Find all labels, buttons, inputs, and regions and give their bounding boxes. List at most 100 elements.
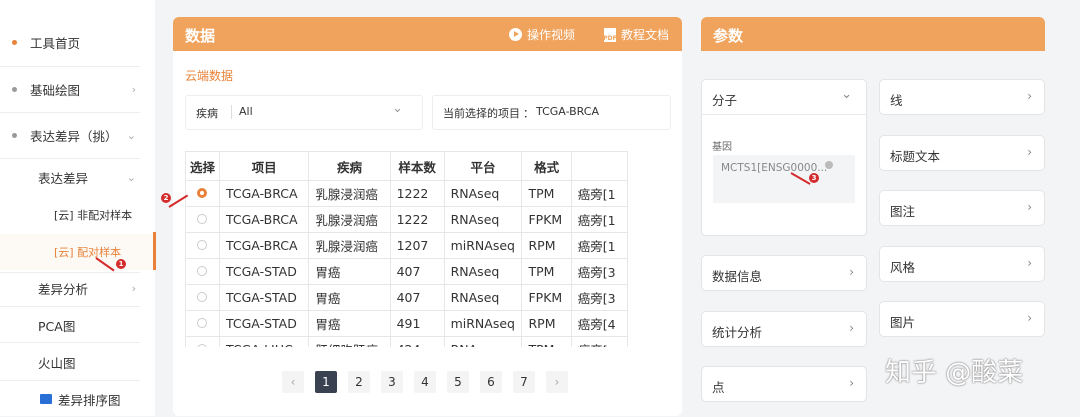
row-radio[interactable] xyxy=(197,266,208,276)
sidebar-item-label: 表达差异 xyxy=(38,170,89,186)
table-cell-format: FPKM xyxy=(521,206,572,233)
table-header-row: 选择 项目 疾病 样本数 平台 格式 xyxy=(185,151,628,181)
sidebar-item-paired-sample[interactable]: [云] 配对样本 xyxy=(0,234,153,270)
sidebar-item-label: 表达差异（挑） xyxy=(30,128,118,144)
next-page-button[interactable]: › xyxy=(546,371,568,393)
select-cell[interactable] xyxy=(185,180,220,207)
data-table-wrapper[interactable]: 选择 项目 疾病 样本数 平台 格式 TCGA-BRCA 乳腺浸润癌 1222 RNA… xyxy=(185,151,628,347)
clear-icon[interactable] xyxy=(825,161,833,169)
active-indicator xyxy=(153,232,156,270)
table-row[interactable]: TCGA-BRCA 乳腺浸润癌 1222 RNAseq TPM 癌旁[1 xyxy=(185,180,628,207)
chevron-down-icon: ⌄ xyxy=(126,128,136,142)
page-button-4[interactable]: 4 xyxy=(414,371,436,393)
table-row[interactable]: TCGA-STAD 胃癌 407 RNAseq TPM 癌旁[3 xyxy=(185,258,628,285)
sidebar-item-diff-rank[interactable]: 差异排序图 xyxy=(0,381,140,417)
page-button-7[interactable]: 7 xyxy=(513,371,535,393)
row-radio[interactable] xyxy=(197,344,208,347)
table-cell-disease: 肝细胞肝癌 xyxy=(308,336,391,347)
table-cell-project: TCGA-STAD xyxy=(218,310,310,337)
param-card-right-4[interactable]: 图片 › xyxy=(879,301,1045,337)
watermark: 知乎 @酸菜 xyxy=(885,358,1024,388)
param-card-left-2[interactable]: 点 › xyxy=(701,366,867,402)
param-card-left-1[interactable]: 统计分析 › xyxy=(701,311,867,347)
table-cell-disease: 乳腺浸润癌 xyxy=(308,180,391,207)
sidebar-item-diff-analysis[interactable]: 差异分析 › xyxy=(0,270,140,306)
table-row[interactable]: TCGA-STAD 胃癌 491 miRNAseq RPM 癌旁[4 xyxy=(185,310,628,337)
divider xyxy=(0,112,140,113)
sidebar-item-label: 差异排序图 xyxy=(58,392,121,408)
param-card-label: 图片 xyxy=(890,315,916,330)
marker-3: 3 xyxy=(809,173,819,183)
sidebar-item-label: PCA图 xyxy=(38,318,76,334)
select-cell[interactable] xyxy=(185,232,220,259)
table-cell-samples: 1207 xyxy=(389,232,445,259)
param-card-label: 数据信息 xyxy=(712,269,763,284)
row-radio[interactable] xyxy=(197,214,208,224)
sidebar-item-basic-plot[interactable]: 基础绘图 › xyxy=(0,71,140,107)
bullet-icon xyxy=(12,86,17,92)
sidebar-item-tool-home[interactable]: 工具首页 xyxy=(0,24,140,60)
page-button-1[interactable]: 1 xyxy=(315,371,337,393)
column-header: 平台 xyxy=(443,151,523,181)
select-cell[interactable] xyxy=(185,310,220,337)
sidebar-item-label: 工具首页 xyxy=(30,35,81,51)
page-button-5[interactable]: 5 xyxy=(447,371,469,393)
select-cell[interactable] xyxy=(185,336,220,347)
panel-title: 参数 xyxy=(713,27,744,45)
divider xyxy=(0,342,140,343)
select-cell[interactable] xyxy=(185,206,220,233)
disease-select[interactable]: 疾病 All ⌄ xyxy=(185,95,423,130)
table-row[interactable]: TCGA-LIHC肝细胞肝癌424RNAseqTPM癌旁[ xyxy=(185,336,628,347)
sidebar-item-expression-diff-group[interactable]: 表达差异（挑） ⌄ xyxy=(0,117,140,153)
prev-page-button[interactable]: ‹ xyxy=(282,371,304,393)
data-panel: 数据 操作视频 PDF 教程文档 云端数据 疾病 All ⌄ 当前选择的项目 ：… xyxy=(173,17,682,416)
table-cell-project: TCGA-BRCA xyxy=(218,206,310,233)
data-panel-header: 数据 操作视频 PDF 教程文档 xyxy=(173,17,682,51)
table-cell-samples: 1222 xyxy=(389,180,445,207)
param-card-right-1[interactable]: 标题文本 › xyxy=(879,135,1045,171)
table-row[interactable]: TCGA-STAD 胃癌 407 RNAseq FPKM 癌旁[3 xyxy=(185,284,628,311)
select-cell[interactable] xyxy=(185,258,220,285)
row-radio[interactable] xyxy=(197,318,208,328)
sidebar-item-label: [云] 配对样本 xyxy=(54,246,122,259)
table-cell-samples: 1222 xyxy=(389,206,445,233)
table-cell-disease: 乳腺浸润癌 xyxy=(308,232,391,259)
table-cell-extra: 癌旁[ xyxy=(570,336,628,347)
table-row[interactable]: TCGA-BRCA 乳腺浸润癌 1207 miRNAseq RPM 癌旁[1 xyxy=(185,232,628,259)
row-radio[interactable] xyxy=(197,240,208,250)
param-panel-header: 参数 xyxy=(701,17,1045,51)
param-card-left-0[interactable]: 数据信息 › xyxy=(701,255,867,291)
param-card-right-2[interactable]: 图注 › xyxy=(879,190,1045,226)
table-row[interactable]: TCGA-BRCA 乳腺浸润癌 1222 RNAseq FPKM 癌旁[1 xyxy=(185,206,628,233)
table-cell-extra: 癌旁[3 xyxy=(570,258,628,285)
table-cell-format: TPM xyxy=(521,180,572,207)
chevron-right-icon: › xyxy=(849,376,854,390)
table-cell-platform: RNAseq xyxy=(443,258,523,285)
gene-input[interactable]: MCTS1[ENSG0000... xyxy=(713,155,855,203)
table-cell-platform: RNAseq xyxy=(443,206,523,233)
column-header: 样本数 xyxy=(389,151,445,181)
gene-label: 基因 xyxy=(712,142,732,153)
sidebar-item-pca[interactable]: PCA图 xyxy=(0,307,140,343)
param-card-right-0[interactable]: 线 › xyxy=(879,79,1045,115)
doc-button-label: 教程文档 xyxy=(621,28,670,42)
sidebar-item-expression-diff[interactable]: 表达差异 ⌄ xyxy=(0,159,140,195)
table-cell-extra: 癌旁[1 xyxy=(570,232,628,259)
param-card-label: 标题文本 xyxy=(890,149,941,164)
select-cell[interactable] xyxy=(185,284,220,311)
page-button-3[interactable]: 3 xyxy=(381,371,403,393)
video-button[interactable]: 操作视频 xyxy=(509,26,575,43)
molecule-header[interactable]: 分子 ⌄ xyxy=(702,80,866,115)
sidebar-item-volcano[interactable]: 火山图 xyxy=(0,344,140,380)
table-cell-extra: 癌旁[4 xyxy=(570,310,628,337)
data-table: 选择 项目 疾病 样本数 平台 格式 TCGA-BRCA 乳腺浸润癌 1222 RNA… xyxy=(185,151,628,347)
row-radio[interactable] xyxy=(197,188,208,198)
doc-button[interactable]: PDF 教程文档 xyxy=(603,26,670,43)
cloud-data-label: 云端数据 xyxy=(185,69,234,83)
chevron-right-icon: › xyxy=(1027,145,1032,159)
page-button-2[interactable]: 2 xyxy=(348,371,370,393)
param-card-right-3[interactable]: 风格 › xyxy=(879,246,1045,282)
sidebar-item-unpaired-sample[interactable]: [云] 非配对样本 xyxy=(0,197,140,233)
row-radio[interactable] xyxy=(197,292,208,302)
page-button-6[interactable]: 6 xyxy=(480,371,502,393)
